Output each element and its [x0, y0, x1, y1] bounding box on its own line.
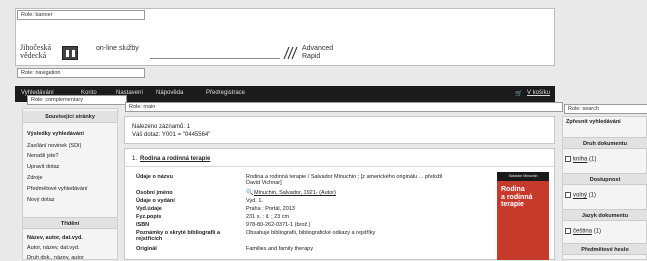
doc-type-checkbox[interactable]: [565, 156, 571, 162]
sort-option-doctype[interactable]: Druh dok., název, autor: [27, 255, 84, 261]
availability-filter: volný (1): [565, 192, 596, 199]
field-value-bibliography: Obsahuje bibliografii, bibliografické od…: [246, 230, 376, 236]
query-text: Váš dotaz: Y001 = "0445564": [132, 132, 211, 138]
nav-item-preregistration[interactable]: Předregistrace: [206, 90, 245, 96]
library-logo-text: Jihočeská vědecká: [20, 43, 52, 60]
basket-link[interactable]: V košíku: [527, 90, 550, 96]
nav-item-help[interactable]: Nápověda: [156, 90, 183, 96]
availability-checkbox[interactable]: [565, 192, 571, 198]
book-cover-image[interactable]: Salvador Minuchin Rodina a rodinná terap…: [497, 172, 549, 260]
language-link[interactable]: čeština: [573, 229, 592, 235]
language-filter: čeština (1): [565, 228, 601, 235]
availability-header: Dostupnost: [589, 177, 621, 183]
field-value-publication: Praha : Portál, 2013: [246, 206, 295, 212]
link-sources[interactable]: Zdroje: [27, 175, 43, 181]
doc-type-header: Druh dokumentu: [583, 141, 627, 147]
field-value-title: Rodina a rodinná terapie / Salvador Minu…: [246, 174, 443, 186]
doc-type-link[interactable]: kniha: [573, 157, 587, 163]
advanced-rapid-text: Advanced Rapid: [302, 45, 334, 60]
field-value-physical: 231 s. : il. ; 23 cm: [246, 214, 290, 220]
doc-type-filter: kniha (1): [565, 156, 596, 163]
field-label-title: Údaje o názvu: [136, 174, 173, 180]
library-logo-icon: [62, 46, 78, 60]
complementary-sidebar: Související stránky Výsledky vyhledávání…: [22, 108, 118, 261]
field-label-isbn: ISBN: [136, 222, 150, 228]
complementary-role-label: Role: complementary: [27, 95, 127, 105]
related-pages-header: Související stránky: [45, 114, 95, 120]
field-value-edition: Vyd. 1.: [246, 198, 263, 204]
link-edit-query[interactable]: Upravit dotaz: [27, 164, 59, 170]
link-new-query[interactable]: Nový dotaz: [27, 197, 55, 203]
sort-option-title[interactable]: Název, autor, dat.vyd.: [27, 235, 83, 241]
query-summary: Nalezeno záznamů: 1 Váš dotaz: Y001 = "0…: [124, 116, 555, 144]
banner-divider: [150, 58, 280, 59]
record-number: 1.: [132, 156, 138, 162]
search-person-icon: 🔍: [246, 190, 254, 196]
record-panel: [124, 148, 555, 260]
sort-option-author[interactable]: Autor, název, dat.vyd.: [27, 245, 79, 251]
refine-sidebar: Zpřesnit vyhledávání Druh dokumentu knih…: [562, 116, 647, 260]
banner-role-label: Role: banner: [17, 10, 145, 20]
field-value-person[interactable]: Minuchin, Salvador, 1921- (Autor): [254, 190, 336, 196]
link-sdi[interactable]: Zasílání novinek (SDI): [27, 143, 81, 149]
sort-header: Třídění: [60, 221, 80, 227]
record-divider: [124, 166, 555, 167]
field-label-edition: Údaje o vydání: [136, 198, 175, 204]
field-label-physical: Fyz.popis: [136, 214, 162, 220]
records-found: Nalezeno záznamů: 1: [132, 124, 191, 130]
field-label-publication: Vyd.údaje: [136, 206, 162, 212]
language-checkbox[interactable]: [565, 228, 571, 234]
navigation-role-label: Role: navigation: [17, 68, 145, 78]
record-title-link[interactable]: Rodina a rodinná terapie: [140, 156, 210, 162]
main-role-label: Role: main: [125, 102, 563, 112]
search-role-label: Role: search: [564, 104, 647, 114]
link-search-results[interactable]: Výsledky vyhledávání: [27, 131, 84, 137]
service-title: on-line služby: [96, 45, 139, 52]
field-value-original: Families and family therapy: [246, 246, 313, 252]
field-label-original: Originál: [136, 246, 157, 252]
field-label-bibliography: Poznámky o skryté bibliografii a rejstří…: [136, 230, 221, 242]
subject-header: Předmětové heslo: [581, 247, 629, 253]
field-label-person: Osobní jméno: [136, 190, 173, 196]
advanced-rapid-logo-icon: [282, 46, 298, 60]
basket-icon: 🛒: [515, 91, 523, 97]
field-value-isbn: 978-80-262-0371-1 (brož.): [246, 222, 311, 228]
refine-header: Zpřesnit vyhledávání: [566, 119, 621, 125]
link-not-found[interactable]: Nenašli jste?: [27, 153, 59, 159]
link-subject-search[interactable]: Předmětové vyhledávání: [27, 186, 88, 192]
language-header: Jazyk dokumentu: [581, 213, 629, 219]
availability-link[interactable]: volný: [573, 193, 587, 199]
